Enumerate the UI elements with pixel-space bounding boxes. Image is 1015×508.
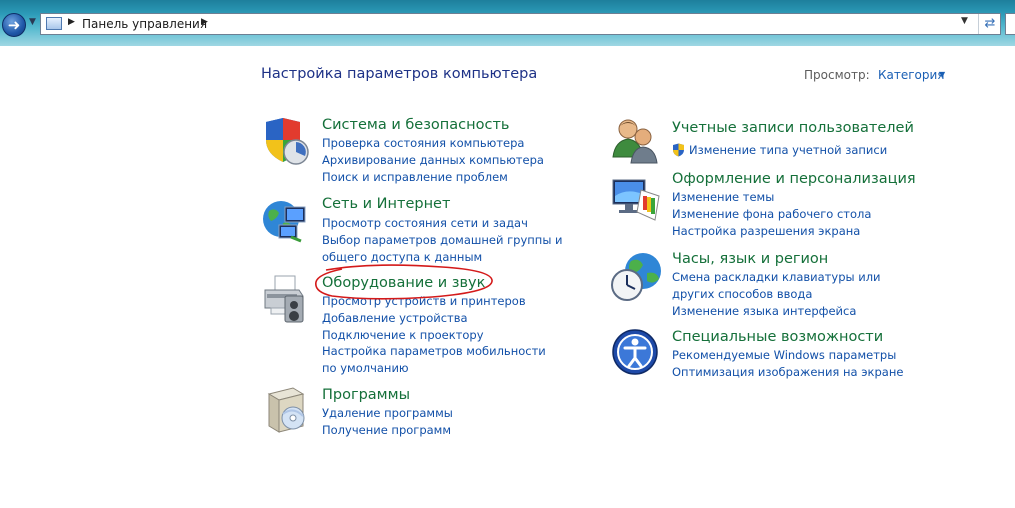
link-change-theme[interactable]: Изменение темы — [672, 189, 871, 206]
red-annotation-circle — [315, 264, 493, 300]
link-screen-resolution[interactable]: Настройка разрешения экрана — [672, 223, 871, 240]
accessibility-icon[interactable] — [612, 329, 660, 377]
category-title-system-security[interactable]: Система и безопасность — [322, 117, 509, 133]
recent-pages-dropdown-icon[interactable]: ▼ — [29, 17, 36, 27]
link-change-desktop-background[interactable]: Изменение фона рабочего стола — [672, 206, 871, 223]
link-change-account-type[interactable]: Изменение типа учетной записи — [672, 142, 887, 159]
link-change-display-language[interactable]: Изменение языка интерфейса — [672, 303, 912, 320]
view-by-caret-icon[interactable]: ▼ — [939, 70, 945, 79]
printer-icon[interactable] — [261, 274, 311, 324]
view-by-label: Просмотр: — [804, 68, 870, 82]
link-find-fix-problems[interactable]: Поиск и исправление проблем — [322, 169, 544, 186]
link-backup-computer[interactable]: Архивирование данных компьютера — [322, 152, 544, 169]
search-input[interactable] — [1005, 13, 1015, 35]
monitor-palette-icon[interactable] — [611, 176, 661, 224]
link-add-device[interactable]: Добавление устройства — [322, 310, 562, 327]
category-title-programs[interactable]: Программы — [322, 387, 410, 403]
address-bar[interactable]: ▶ Панель управления ▶ ▼ ⇄ — [40, 13, 1001, 35]
link-view-network-status[interactable]: Просмотр состояния сети и задач — [322, 215, 598, 232]
link-uninstall-program[interactable]: Удаление программы — [322, 405, 453, 422]
link-optimize-display[interactable]: Оптимизация изображения на экране — [672, 364, 903, 381]
category-title-clock-language-region[interactable]: Часы, язык и регион — [672, 251, 828, 267]
link-check-computer-status[interactable]: Проверка состояния компьютера — [322, 135, 544, 152]
breadcrumb-separator-icon[interactable]: ▶ — [201, 17, 208, 27]
category-title-appearance[interactable]: Оформление и персонализация — [672, 171, 916, 187]
link-recommended-settings[interactable]: Рекомендуемые Windows параметры — [672, 347, 903, 364]
clock-globe-icon[interactable] — [611, 251, 663, 303]
view-by-dropdown[interactable]: Категория — [878, 68, 945, 82]
breadcrumb-separator-icon[interactable]: ▶ — [68, 17, 75, 27]
category-title-network-internet[interactable]: Сеть и Интернет — [322, 196, 450, 212]
back-button[interactable]: ➜ — [2, 13, 26, 37]
breadcrumb-control-panel[interactable]: Панель управления — [82, 17, 207, 31]
link-connect-projector[interactable]: Подключение к проектору — [322, 327, 562, 344]
address-history-dropdown-icon[interactable]: ▼ — [961, 16, 968, 26]
programs-box-icon[interactable] — [263, 386, 311, 436]
users-icon[interactable] — [611, 117, 661, 165]
address-toolbar: ➜ ▼ ▶ Панель управления ▶ ▼ ⇄ — [0, 0, 1015, 46]
network-globe-icon[interactable] — [261, 197, 311, 247]
link-change-keyboard-layout[interactable]: Смена раскладки клавиатуры или других сп… — [672, 269, 912, 303]
category-title-ease-of-access[interactable]: Специальные возможности — [672, 329, 883, 345]
control-panel-icon — [46, 17, 62, 30]
category-title-user-accounts[interactable]: Учетные записи пользователей — [672, 120, 914, 136]
page-title: Настройка параметров компьютера — [261, 66, 538, 82]
refresh-button[interactable]: ⇄ — [978, 14, 1001, 34]
uac-shield-icon — [673, 143, 684, 157]
link-get-programs[interactable]: Получение программ — [322, 422, 453, 439]
link-homegroup-sharing[interactable]: Выбор параметров домашней группы и общег… — [322, 232, 598, 266]
link-mobility-settings[interactable]: Настройка параметров мобильности по умол… — [322, 343, 562, 377]
link-change-account-type-label[interactable]: Изменение типа учетной записи — [689, 143, 887, 157]
shield-icon[interactable] — [262, 116, 312, 166]
